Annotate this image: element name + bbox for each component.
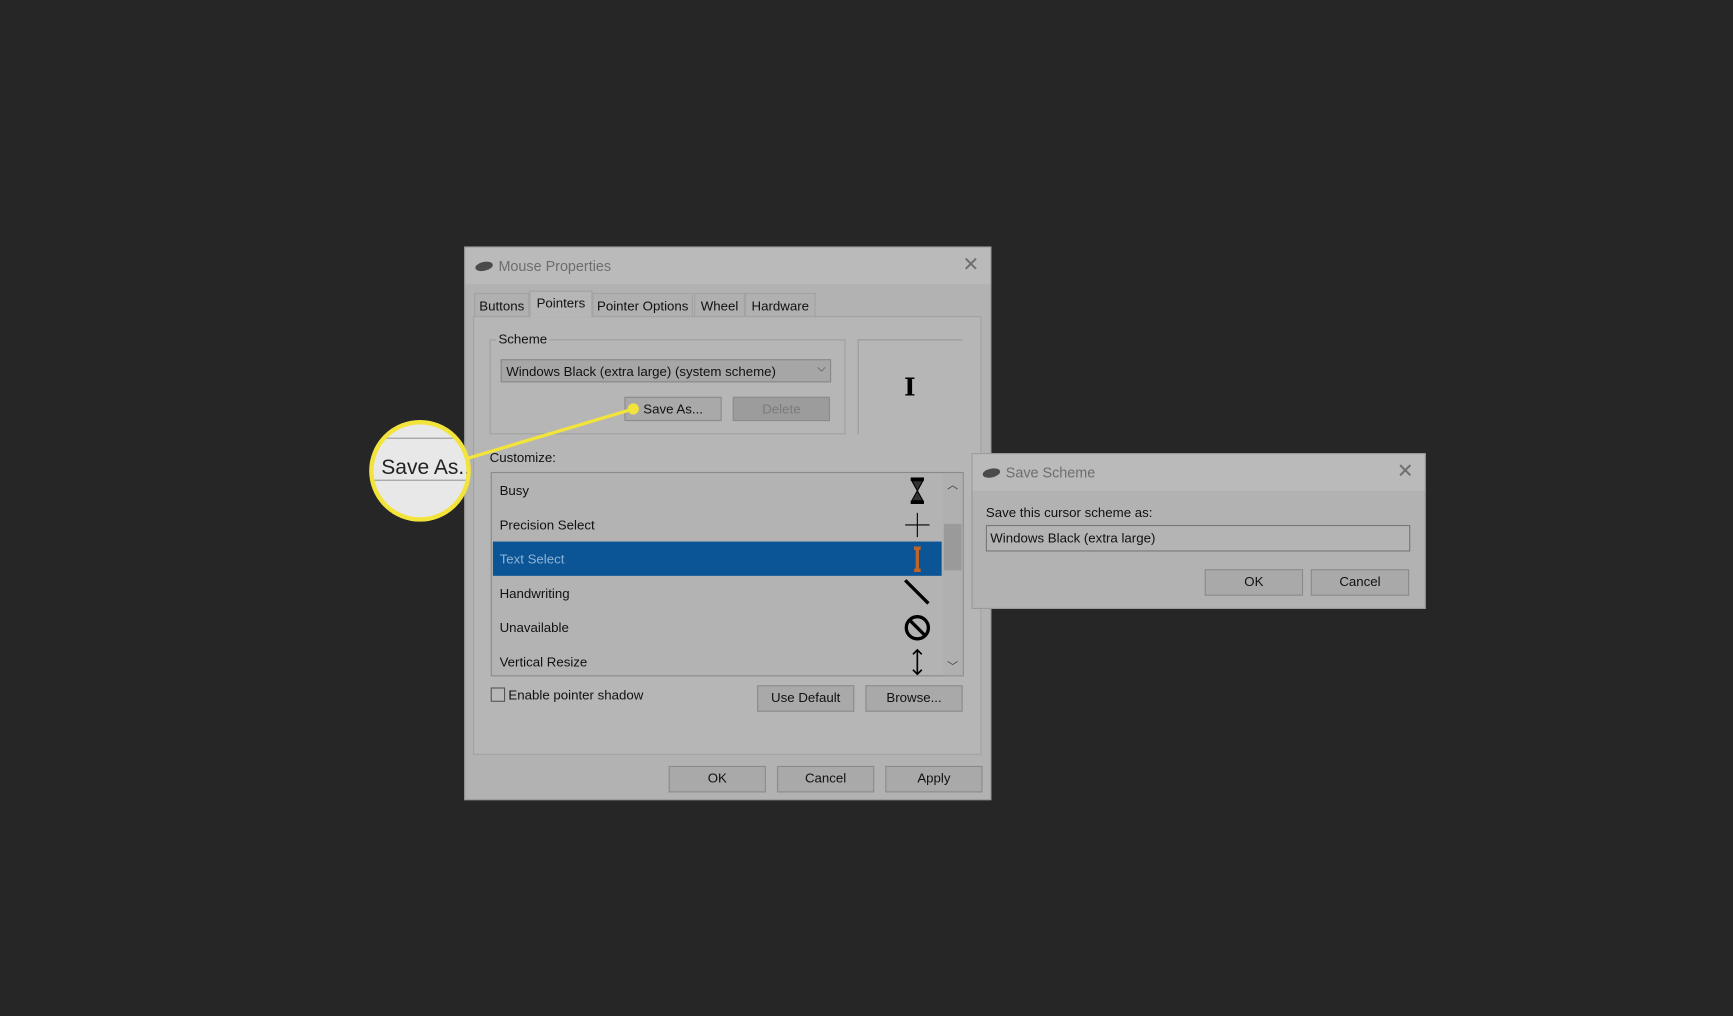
callout-magnifier: Save As.. [369, 419, 471, 522]
callout-text: Save As.. [381, 456, 471, 480]
callout-dot [627, 403, 639, 415]
tab-pointers[interactable]: Pointers [529, 290, 593, 318]
callout-line [465, 403, 639, 461]
